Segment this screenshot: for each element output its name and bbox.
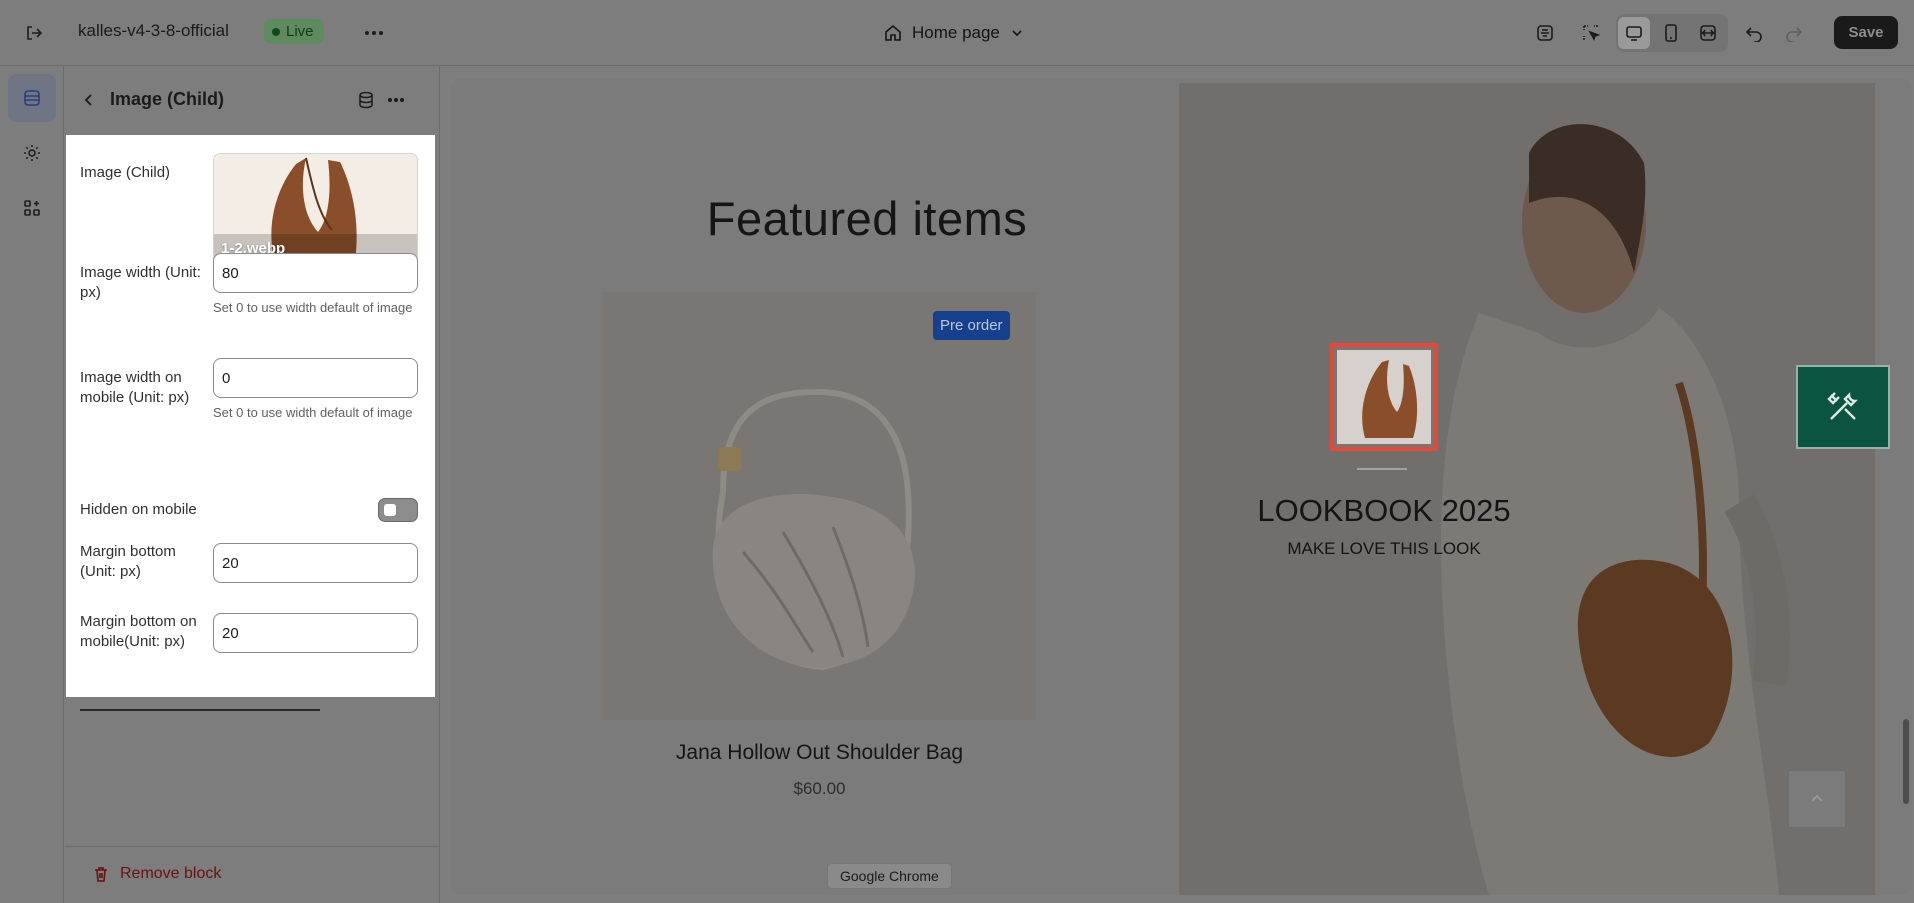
divider [80, 709, 320, 711]
lookbook-image-child[interactable] [1330, 343, 1438, 451]
page-selector[interactable]: Home page [884, 17, 1024, 49]
sections-icon[interactable] [8, 74, 56, 122]
storefront-preview: Featured items Pre order Jana Hollow Out… [451, 79, 1912, 895]
apps-icon[interactable] [8, 184, 56, 232]
mobile-width-hint: Set 0 to use width default of image [213, 405, 413, 420]
lookbook-thumb-bg [1337, 350, 1431, 444]
product-card[interactable]: Pre order Jana Hollow Out Shoulder Bag $… [603, 292, 1036, 812]
model-photo [1179, 83, 1875, 895]
brown-bag-image [1337, 350, 1431, 444]
fullwidth-icon[interactable] [1692, 17, 1724, 49]
image-width-hint: Set 0 to use width default of image [213, 300, 413, 315]
image-width-input[interactable] [213, 253, 418, 293]
mobile-width-label: Image width on mobile (Unit: px) [80, 369, 190, 406]
toggle-knob [384, 504, 396, 516]
undo-icon[interactable] [1738, 17, 1770, 49]
chrome-tooltip: Google Chrome [827, 863, 952, 889]
hidden-mobile-toggle[interactable] [378, 498, 418, 522]
lookbook-subtitle: MAKE LOVE THIS LOOK [1287, 539, 1481, 558]
lookbook-banner: LOOKBOOK 2025 MAKE LOVE THIS LOOK [1179, 83, 1875, 895]
left-rail [0, 66, 64, 903]
live-label: Live [286, 23, 314, 40]
mobile-icon[interactable] [1655, 17, 1687, 49]
trash-icon [95, 867, 107, 882]
product-price: $60.00 [793, 779, 846, 798]
product-name[interactable]: Jana Hollow Out Shoulder Bag [603, 741, 1036, 765]
more-icon[interactable] [380, 84, 412, 116]
save-button[interactable]: Save [1834, 16, 1898, 49]
panel-footer: Remove block [65, 846, 440, 903]
database-icon[interactable] [350, 84, 382, 116]
desktop-icon[interactable] [1618, 17, 1650, 49]
featured-title: Featured items [706, 192, 1028, 245]
back-arrow-icon[interactable] [73, 84, 105, 116]
scroll-to-top-button[interactable] [1788, 770, 1846, 828]
tools-icon [1827, 392, 1858, 420]
preorder-badge: Pre order [933, 311, 1010, 340]
preview-scrollbar[interactable] [1903, 719, 1909, 804]
settings-card: Image (Child) 1-2.webp Image width (Unit… [66, 135, 435, 697]
lookbook-divider [1357, 468, 1407, 470]
image-width-label: Image width (Unit: px) [80, 264, 201, 301]
lookbook-title: LOOKBOOK 2025 [1257, 493, 1511, 528]
settings-gear-icon[interactable] [8, 129, 56, 177]
margin-bottom-label: Margin bottom (Unit: px) [80, 543, 176, 580]
remove-block-button[interactable]: Remove block [92, 865, 221, 883]
mobile-width-input[interactable] [213, 358, 418, 398]
margin-bottom-input[interactable] [213, 543, 418, 583]
redo-icon[interactable] [1778, 17, 1810, 49]
hidden-mobile-label: Hidden on mobile [80, 501, 197, 518]
chevron-down-icon [1012, 30, 1022, 37]
margin-bottom-mobile-label: Margin bottom on mobile(Unit: px) [80, 613, 197, 650]
tools-fab-button[interactable] [1796, 365, 1890, 449]
viewport-switcher [1616, 14, 1728, 52]
live-status-badge: Live [264, 19, 324, 44]
white-bag-image [603, 292, 1036, 720]
chevron-up-icon [1811, 794, 1823, 802]
store-name: kalles-v4-3-8-official [78, 21, 229, 40]
inspector-icon[interactable] [1529, 17, 1561, 49]
select-element-icon[interactable] [1575, 17, 1607, 49]
panel-header: Image (Child) [65, 66, 440, 134]
image-field-label: Image (Child) [80, 164, 171, 181]
more-icon[interactable] [358, 17, 390, 49]
remove-block-label: Remove block [120, 865, 222, 882]
block-settings-panel: Image (Child) Image (Child) 1-2.webp Ima… [65, 66, 440, 903]
live-dot-icon [272, 27, 280, 36]
exit-icon[interactable] [18, 17, 50, 49]
page-select-label: Home page [912, 23, 1000, 42]
margin-bottom-mobile-input[interactable] [213, 613, 418, 653]
product-image: Pre order [603, 292, 1036, 720]
panel-title: Image (Child) [110, 89, 225, 109]
top-bar: kalles-v4-3-8-official Live Home page Sa… [0, 0, 1914, 66]
home-icon [885, 24, 901, 41]
image-picker[interactable]: 1-2.webp [213, 153, 418, 266]
